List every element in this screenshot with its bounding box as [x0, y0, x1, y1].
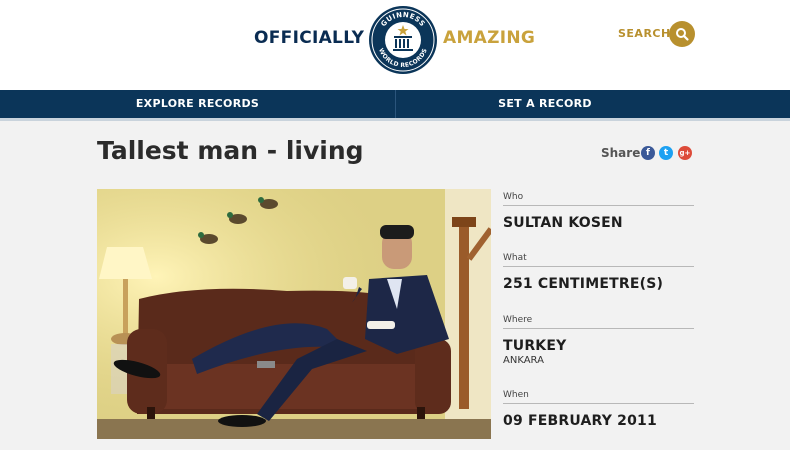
share-label: Share	[601, 146, 641, 160]
search-label[interactable]: SEARCH	[618, 27, 671, 40]
info-who: Who SULTAN KOSEN	[503, 192, 694, 231]
record-title: Tallest man - living	[97, 136, 364, 165]
when-label: When	[503, 390, 694, 404]
where-sub: ANKARA	[503, 355, 544, 366]
nav-explore-records[interactable]: EXPLORE RECORDS	[0, 90, 395, 118]
nav-set-a-record[interactable]: SET A RECORD	[396, 90, 694, 118]
google-plus-icon[interactable]: g+	[678, 146, 692, 160]
who-label: Who	[503, 192, 694, 206]
brand-officially: OFFICIALLY	[254, 28, 365, 48]
record-holder-photo	[97, 189, 491, 439]
guinness-world-records-logo[interactable]: GUINNESS WORLD RECORDS	[368, 5, 438, 75]
where-label: Where	[503, 315, 694, 329]
search-button[interactable]	[669, 21, 695, 47]
what-label: What	[503, 253, 694, 267]
brand-amazing: AMAZING	[443, 28, 536, 48]
when-value: 09 FEBRUARY 2011	[503, 413, 657, 429]
site-header: OFFICIALLY GUINNESS WORLD RECORDS AMAZIN…	[0, 0, 790, 90]
info-when: When 09 FEBRUARY 2011	[503, 390, 694, 429]
info-what: What 251 CENTIMETRE(S)	[503, 253, 694, 292]
facebook-icon[interactable]: f	[641, 146, 655, 160]
what-value: 251 CENTIMETRE(S)	[503, 276, 664, 292]
info-where: Where TURKEY ANKARA	[503, 315, 694, 366]
main-nav: EXPLORE RECORDS SET A RECORD	[0, 90, 790, 121]
where-value: TURKEY	[503, 338, 567, 354]
twitter-icon[interactable]: t	[659, 146, 673, 160]
search-icon	[676, 28, 689, 41]
who-value: SULTAN KOSEN	[503, 215, 623, 231]
